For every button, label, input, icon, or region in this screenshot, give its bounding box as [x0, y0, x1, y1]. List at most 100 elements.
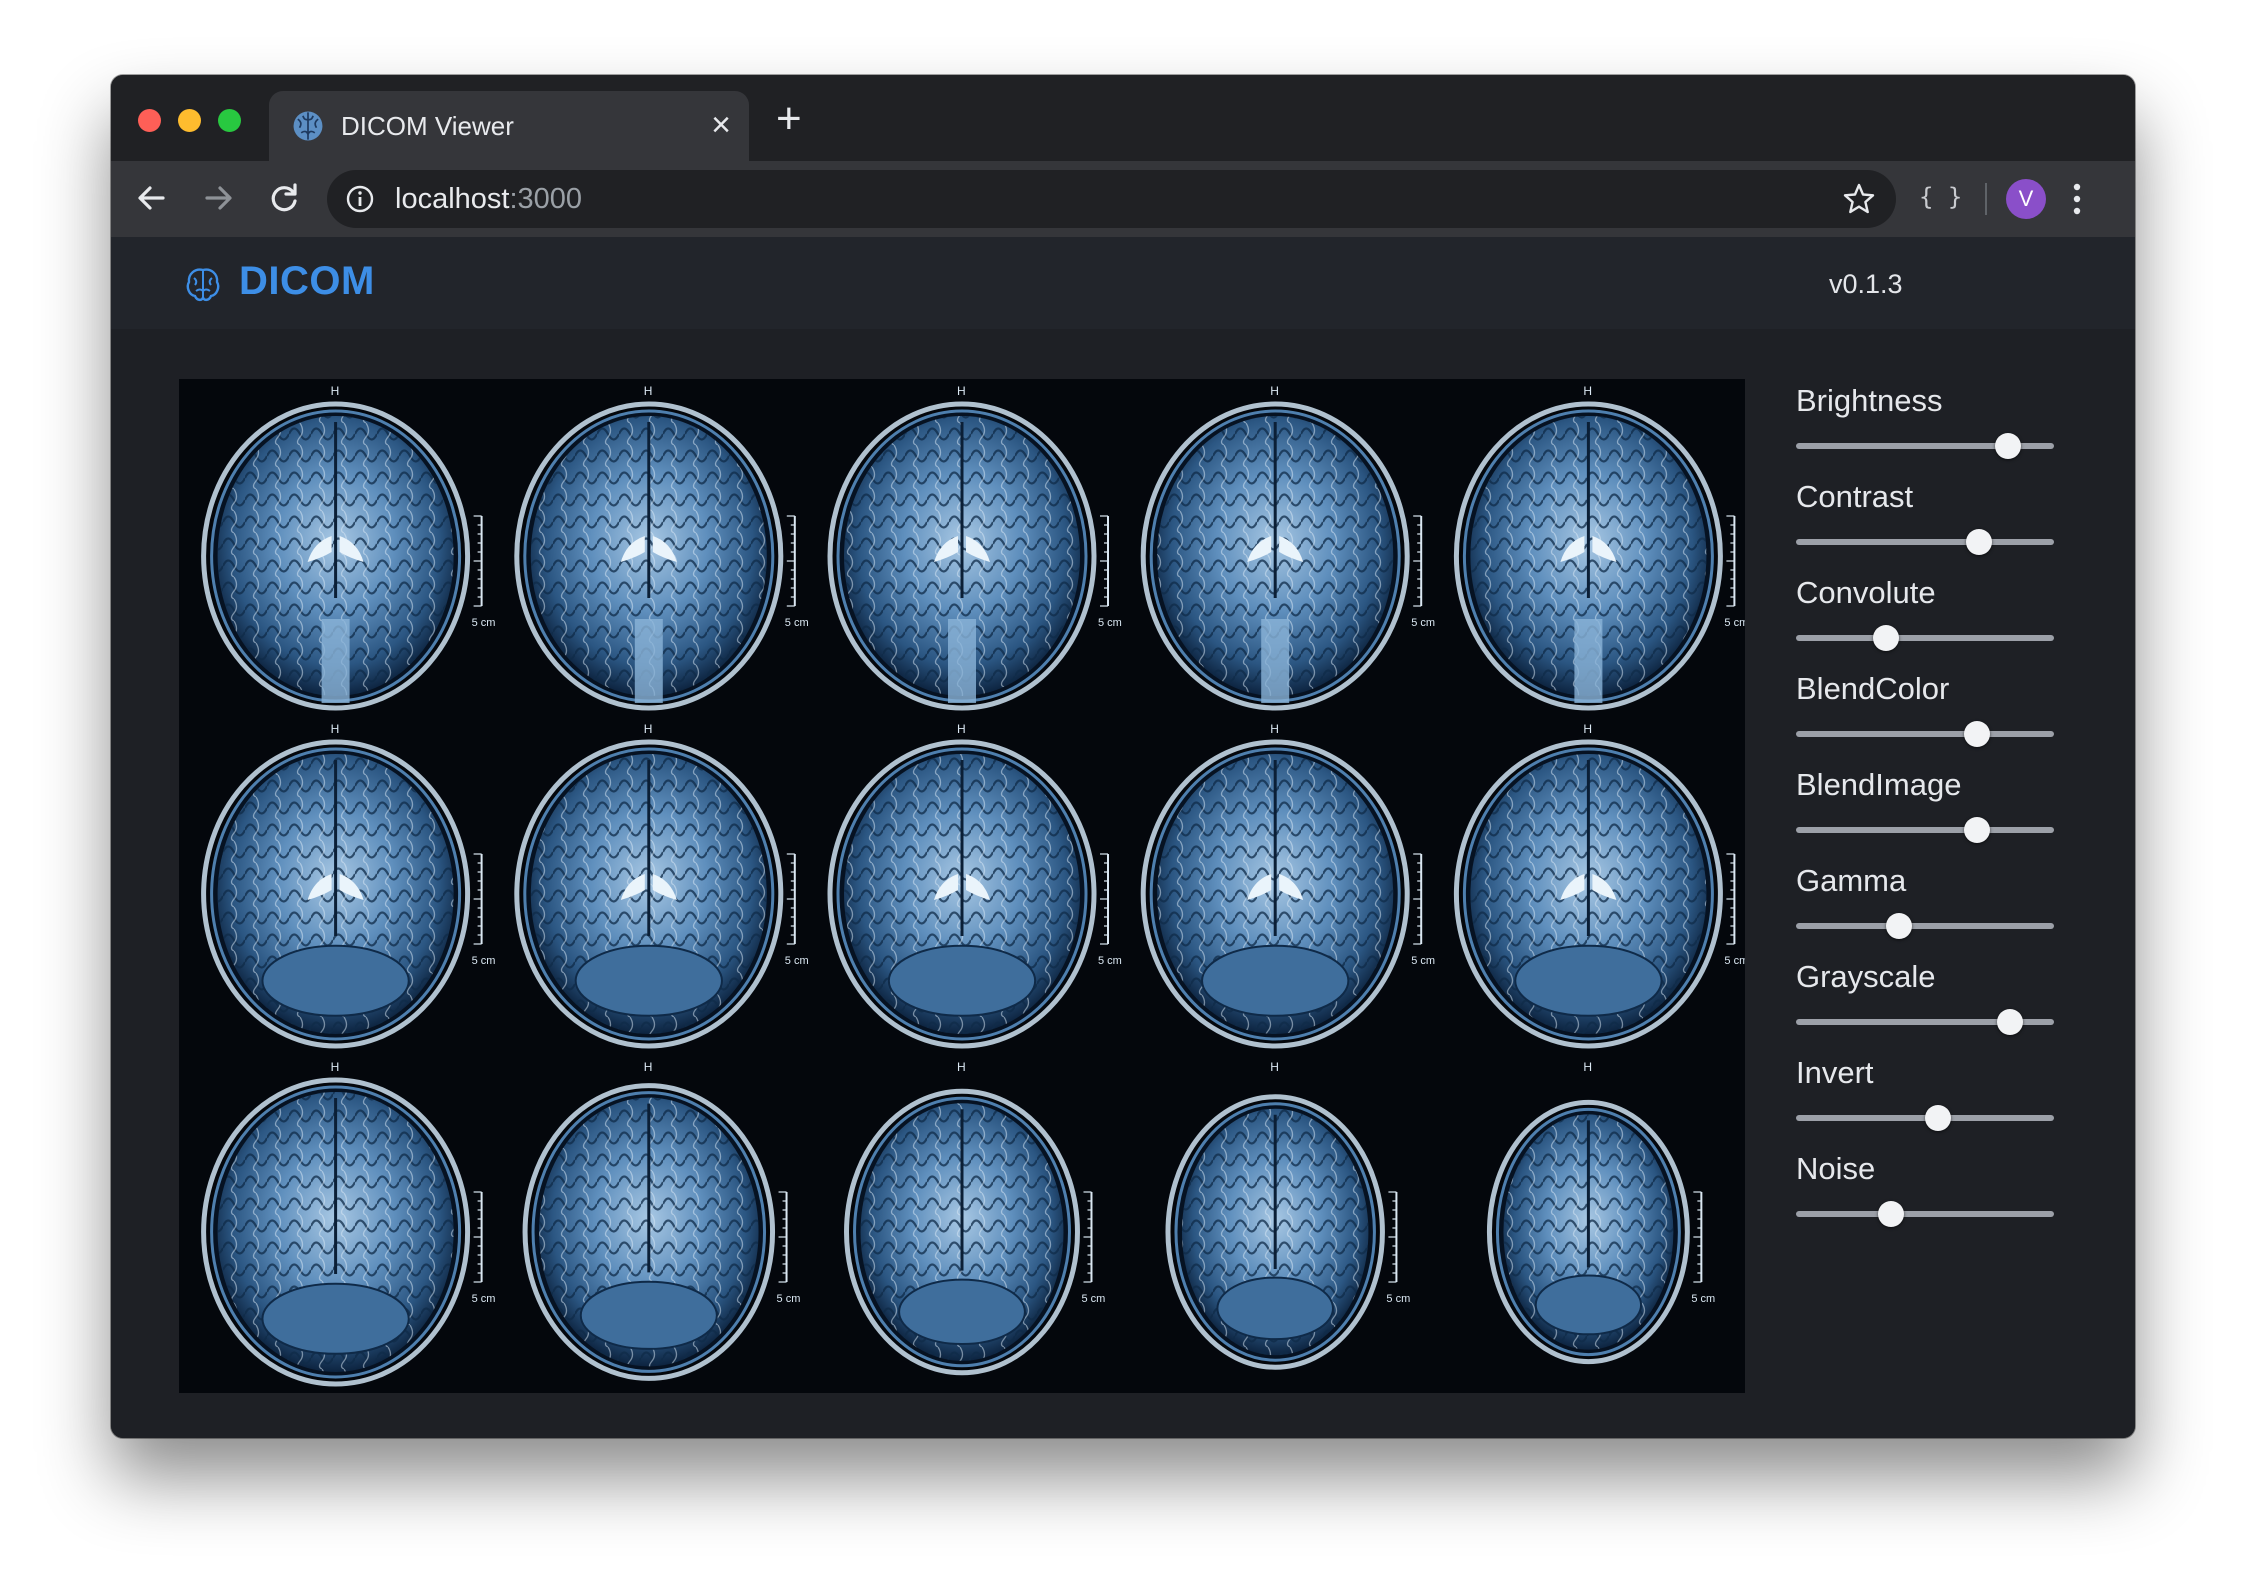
- slider-thumb[interactable]: [1886, 913, 1913, 939]
- control-gamma: Gamma: [1796, 859, 2066, 955]
- slice-marker: H: [1270, 384, 1279, 398]
- slice-marker: H: [644, 722, 653, 736]
- info-icon[interactable]: [345, 184, 375, 214]
- slice-marker: H: [1270, 722, 1279, 736]
- new-tab-button[interactable]: +: [776, 97, 802, 141]
- maximize-window-button[interactable]: [218, 109, 241, 132]
- slider-thumb[interactable]: [1963, 817, 1990, 843]
- control-invert: Invert: [1796, 1051, 2066, 1147]
- control-noise: Noise: [1796, 1147, 2066, 1243]
- slice-marker: H: [1583, 384, 1592, 398]
- slider-track[interactable]: [1796, 539, 2054, 545]
- scale-label: 5 cm: [1386, 1293, 1410, 1305]
- control-label: Noise: [1796, 1151, 1876, 1186]
- scale-label: 5 cm: [472, 617, 496, 629]
- slider-thumb[interactable]: [1997, 1009, 2024, 1035]
- slider-track[interactable]: [1796, 827, 2054, 833]
- control-label: Invert: [1796, 1055, 1874, 1090]
- scale-label: 5 cm: [785, 617, 809, 629]
- browser-window: DICOM Viewer × + localhost:3000 { } V DI…: [111, 75, 2135, 1438]
- url-host: localhost: [395, 183, 510, 215]
- control-blendimage: BlendImage: [1796, 763, 2066, 859]
- app-header: DICOM v0.1.3: [111, 237, 2135, 329]
- slice-marker: H: [644, 384, 653, 398]
- mri-slice: H 5 cm: [514, 722, 809, 1049]
- slider-track[interactable]: [1796, 1211, 2054, 1217]
- kebab-menu-icon[interactable]: [2071, 181, 2083, 217]
- control-label: BlendColor: [1796, 671, 1950, 706]
- tab-dicom-viewer[interactable]: DICOM Viewer ×: [269, 91, 749, 161]
- close-tab-icon[interactable]: ×: [711, 105, 731, 145]
- mri-slice: H 5 cm: [1140, 384, 1435, 711]
- mri-slice: H 5 cm: [827, 384, 1122, 711]
- slice-marker: H: [331, 384, 340, 398]
- app-brand[interactable]: DICOM: [239, 259, 375, 304]
- scale-label: 5 cm: [777, 1293, 801, 1305]
- control-label: Convolute: [1796, 575, 1936, 610]
- profile-avatar[interactable]: V: [2006, 179, 2046, 219]
- slider-thumb[interactable]: [1966, 529, 1993, 555]
- slider-track[interactable]: [1796, 635, 2054, 641]
- mri-slice: H 5 cm: [1140, 722, 1435, 1049]
- forward-arrow-icon[interactable]: [195, 175, 241, 221]
- slider-thumb[interactable]: [1878, 1201, 1905, 1227]
- star-icon[interactable]: [1842, 182, 1876, 216]
- mri-slice: H 5 cm: [201, 722, 496, 1049]
- main-content: H 5 cm H 5 cm H 5 cm H 5 cm H 5 cm H 5 cm H 5 cm H 5 cm…: [111, 329, 2135, 1438]
- mri-slice: H 5 cm: [522, 1060, 801, 1381]
- slice-marker: H: [957, 722, 966, 736]
- url-text[interactable]: localhost:3000: [395, 183, 582, 216]
- control-label: BlendImage: [1796, 767, 1962, 802]
- scale-label: 5 cm: [1098, 617, 1122, 629]
- control-convolute: Convolute: [1796, 571, 2066, 667]
- brain-icon: [291, 109, 325, 143]
- minimize-window-button[interactable]: [178, 109, 201, 132]
- extension-icon[interactable]: { }: [1919, 183, 1962, 211]
- scale-label: 5 cm: [1081, 1293, 1105, 1305]
- slice-marker: H: [1270, 1060, 1279, 1074]
- slice-marker: H: [331, 1060, 340, 1074]
- control-label: Brightness: [1796, 383, 1943, 418]
- mri-slice: H 5 cm: [201, 1060, 496, 1387]
- scale-label: 5 cm: [472, 1293, 496, 1305]
- slider-thumb[interactable]: [1963, 721, 1990, 747]
- app-version: v0.1.3: [1829, 269, 1903, 299]
- tab-title: DICOM Viewer: [341, 111, 514, 141]
- scale-label: 5 cm: [1724, 617, 1745, 629]
- scale-label: 5 cm: [1098, 955, 1122, 967]
- reload-icon[interactable]: [261, 175, 307, 221]
- scale-label: 5 cm: [1691, 1293, 1715, 1305]
- slice-marker: H: [1583, 1060, 1592, 1074]
- brain-icon: [183, 265, 223, 305]
- tab-bar: DICOM Viewer × +: [111, 75, 2135, 161]
- mri-slice: H 5 cm: [1486, 1060, 1715, 1365]
- control-label: Contrast: [1796, 479, 1914, 514]
- back-arrow-icon[interactable]: [129, 175, 175, 221]
- slider-track[interactable]: [1796, 731, 2054, 737]
- slider-thumb[interactable]: [1994, 433, 2021, 459]
- mri-image: H 5 cm H 5 cm H 5 cm H 5 cm H 5 cm H 5 cm H 5 cm H 5 cm…: [201, 384, 1745, 1387]
- slider-track[interactable]: [1796, 923, 2054, 929]
- slice-marker: H: [957, 384, 966, 398]
- slice-marker: H: [331, 722, 340, 736]
- mri-slice: H 5 cm: [844, 1060, 1105, 1376]
- scale-label: 5 cm: [472, 955, 496, 967]
- slice-marker: H: [957, 1060, 966, 1074]
- mri-slice: H 5 cm: [1453, 384, 1745, 711]
- slider-thumb[interactable]: [1873, 625, 1900, 651]
- slice-marker: H: [1583, 722, 1592, 736]
- address-bar[interactable]: localhost:3000: [327, 170, 1896, 228]
- scale-label: 5 cm: [1724, 955, 1745, 967]
- slider-thumb[interactable]: [1924, 1105, 1951, 1131]
- control-grayscale: Grayscale: [1796, 955, 2066, 1051]
- toolbar-separator: [1985, 183, 1987, 215]
- scale-label: 5 cm: [1411, 955, 1435, 967]
- close-window-button[interactable]: [138, 109, 161, 132]
- mri-slice: H 5 cm: [1165, 1060, 1410, 1370]
- control-blendcolor: BlendColor: [1796, 667, 2066, 763]
- dicom-image-viewer[interactable]: H 5 cm H 5 cm H 5 cm H 5 cm H 5 cm H 5 cm H 5 cm H 5 cm…: [179, 379, 1745, 1393]
- mri-slice: H 5 cm: [1453, 722, 1745, 1049]
- control-brightness: Brightness: [1796, 379, 2066, 475]
- mri-slice: H 5 cm: [514, 384, 809, 711]
- scale-label: 5 cm: [1411, 617, 1435, 629]
